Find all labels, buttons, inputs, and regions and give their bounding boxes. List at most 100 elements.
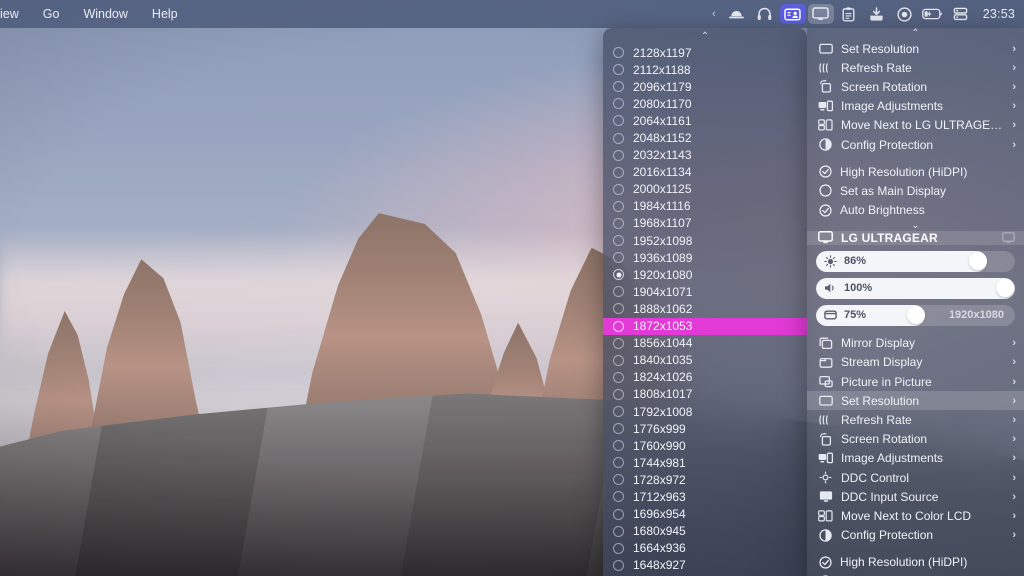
toggle-item-high-resolution-hidpi[interactable]: High Resolution (HiDPI) <box>807 553 1024 572</box>
chevron-right-icon: › <box>1012 138 1016 151</box>
menu-bar-item-go[interactable]: Go <box>31 4 72 24</box>
resolution-option[interactable]: 1840x1035 <box>603 352 807 369</box>
resolution-option[interactable]: 2032x1143 <box>603 147 807 164</box>
menu-item-ddc-control[interactable]: DDC Control › <box>807 468 1024 487</box>
resolution-option[interactable]: 1696x954 <box>603 506 807 523</box>
resolution-option[interactable]: 1952x1098 <box>603 232 807 249</box>
resolution-option[interactable]: 2016x1134 <box>603 164 807 181</box>
toggle-item-set-as-main-display[interactable]: Set as Main Display <box>807 572 1024 576</box>
protection-icon <box>818 138 833 152</box>
display-menu-panel[interactable]: ⌃ Set Resolution › Refresh Rate › Screen Rot… <box>807 28 1024 576</box>
menu-item-config-protection[interactable]: Config Protection › <box>807 135 1024 154</box>
radio-button-icon <box>613 286 624 298</box>
menu-item-move-next-to-color-lcd[interactable]: Move Next to Color LCD › <box>807 506 1024 525</box>
monitor-icon[interactable] <box>807 4 834 24</box>
menu-item-set-resolution[interactable]: Set Resolution › <box>807 391 1024 411</box>
resolution-option[interactable]: 1824x1026 <box>603 369 807 386</box>
menu-item-ddc-input-source[interactable]: DDC Input Source › <box>807 487 1024 506</box>
resolution-option[interactable]: 1664x936 <box>603 540 807 557</box>
toggle-item-auto-brightness[interactable]: Auto Brightness <box>807 201 1024 220</box>
clamshell-icon[interactable] <box>724 4 750 24</box>
resolution-option[interactable]: 1760x990 <box>603 437 807 454</box>
menu-item-picture-in-picture[interactable]: Picture in Picture › <box>807 372 1024 391</box>
display-name: LG ULTRAGEAR <box>841 230 938 245</box>
resolution-option[interactable]: 1888x1062 <box>603 300 807 317</box>
display-sliders: 86% 100% 75% 1920x1080 <box>807 245 1024 334</box>
panel-scroll-down-chevron-icon[interactable]: ⌄ <box>807 220 1024 231</box>
server-stack-icon[interactable] <box>948 4 974 24</box>
menu-item-image-adjustments[interactable]: Image Adjustments › <box>807 449 1024 468</box>
chevron-right-icon: › <box>1012 337 1016 350</box>
menu-item-refresh-rate[interactable]: Refresh Rate › <box>807 58 1024 77</box>
radio-button-icon <box>613 320 624 332</box>
display-settings-icon[interactable] <box>1002 231 1015 244</box>
radio-button-icon <box>613 149 624 161</box>
resolution-option[interactable]: 1872x1053 <box>603 317 807 335</box>
clock[interactable]: 23:53 <box>976 7 1015 21</box>
contrast-value: 75% <box>844 309 867 322</box>
resolution-option[interactable]: 1936x1089 <box>603 249 807 266</box>
resolution-option[interactable]: 1792x1008 <box>603 403 807 420</box>
resolution-option[interactable]: 2048x1152 <box>603 129 807 146</box>
menu-bar-item-iew[interactable]: iew <box>0 4 31 24</box>
resolution-option[interactable]: 1856x1044 <box>603 335 807 352</box>
radio-button-icon <box>613 200 624 212</box>
collapse-chevron-icon[interactable]: ‹ <box>706 8 722 20</box>
clipboard-icon[interactable] <box>836 4 862 24</box>
menu-bar-item-help[interactable]: Help <box>140 4 190 24</box>
resolution-option[interactable]: 1920x1080 <box>603 266 807 283</box>
panel-scroll-up-chevron-icon[interactable]: ⌃ <box>807 28 1024 39</box>
resolution-label: 1696x954 <box>633 507 686 522</box>
resolution-option[interactable]: 2064x1161 <box>603 112 807 129</box>
menu-item-refresh-rate[interactable]: Refresh Rate › <box>807 410 1024 429</box>
display-presenter-icon[interactable] <box>779 4 806 24</box>
resolution-option[interactable]: 1776x999 <box>603 420 807 437</box>
chevron-right-icon: › <box>1012 452 1016 465</box>
display-header[interactable]: LG ULTRAGEAR <box>807 230 1024 245</box>
inbox-download-icon[interactable] <box>864 4 890 24</box>
headphones-icon[interactable] <box>752 4 778 24</box>
menu-item-label: DDC Input Source <box>841 489 939 504</box>
resolution-option[interactable]: 2096x1179 <box>603 78 807 95</box>
resolution-label: 2128x1197 <box>633 45 692 60</box>
menu-item-screen-rotation[interactable]: Screen Rotation › <box>807 77 1024 96</box>
resolution-option[interactable]: 1648x927 <box>603 557 807 574</box>
brightness-slider[interactable]: 86% <box>816 250 1015 272</box>
menu-item-stream-display[interactable]: Stream Display › <box>807 353 1024 372</box>
resolution-label: 2016x1134 <box>633 165 692 180</box>
toggle-item-high-resolution-hidpi[interactable]: High Resolution (HiDPI) <box>807 162 1024 181</box>
resolution-option[interactable]: 1984x1116 <box>603 198 807 215</box>
resolution-option[interactable]: 1904x1071 <box>603 283 807 300</box>
menu-item-image-adjustments[interactable]: Image Adjustments › <box>807 97 1024 116</box>
resolution-option[interactable]: 2112x1188 <box>603 61 807 78</box>
resolution-option[interactable]: 2000x1125 <box>603 181 807 198</box>
resolution-option[interactable]: 1968x1107 <box>603 215 807 232</box>
menu-item-screen-rotation[interactable]: Screen Rotation › <box>807 430 1024 449</box>
resolution-label: 1712x963 <box>633 489 686 504</box>
resolution-option[interactable]: 1808x1017 <box>603 386 807 403</box>
resolution-list-panel[interactable]: ⌃ 2128x1197 2112x1188 2096x1179 2080x1170 20… <box>603 28 807 576</box>
volume-slider[interactable]: 100% <box>816 277 1015 299</box>
checked-circle-icon <box>818 555 832 569</box>
resolution-option[interactable]: 1712x963 <box>603 488 807 505</box>
resolution-option[interactable]: 2128x1197 <box>603 44 807 61</box>
menu-item-move-next-to-lg-ultragear[interactable]: Move Next to LG ULTRAGEAR › <box>807 116 1024 135</box>
record-icon[interactable] <box>892 4 918 24</box>
battery-icon[interactable] <box>920 4 946 24</box>
menu-item-mirror-display[interactable]: Mirror Display › <box>807 334 1024 353</box>
scroll-up-chevron-icon[interactable]: ⌃ <box>603 28 807 44</box>
radio-button-icon <box>613 64 624 76</box>
menu-item-set-resolution[interactable]: Set Resolution › <box>807 39 1024 58</box>
contrast-slider[interactable]: 75% 1920x1080 <box>816 304 1015 326</box>
chevron-right-icon: › <box>1012 433 1016 446</box>
menu-item-config-protection[interactable]: Config Protection › <box>807 526 1024 545</box>
resolution-option[interactable]: 2080x1170 <box>603 95 807 112</box>
resolution-label: 1728x972 <box>633 472 686 487</box>
menu-bar-item-window[interactable]: Window <box>71 4 139 24</box>
volume-slider-knob[interactable] <box>995 279 1014 298</box>
toggle-item-set-as-main-display[interactable]: Set as Main Display <box>807 181 1024 200</box>
resolution-option[interactable]: 1728x972 <box>603 471 807 488</box>
resolution-option[interactable]: 1744x981 <box>603 454 807 471</box>
resolution-option[interactable]: 1680x945 <box>603 523 807 540</box>
radio-button-icon <box>613 235 624 247</box>
